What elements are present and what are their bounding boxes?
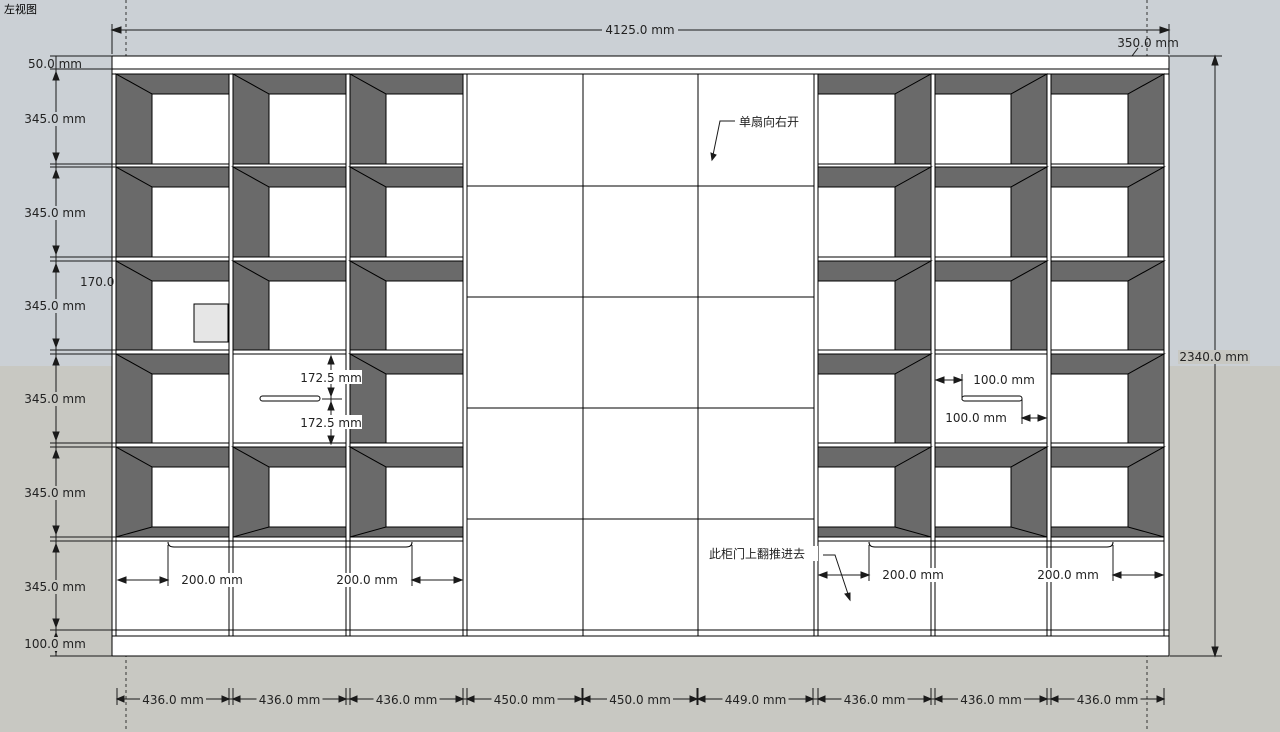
cabinet-elevation-drawing: 4125.0 mm 350.0 mm 2340.0 mm 50.0 mm 345… — [0, 0, 1280, 732]
dim-row-5: 345.0 mm — [24, 486, 86, 500]
annotation-door-note: 单扇向右开 — [739, 114, 799, 129]
dim-overall-height: 2340.0 mm — [1179, 350, 1248, 364]
dim-overall-width: 4125.0 mm — [605, 23, 674, 37]
drawing-canvas: 4125.0 mm 350.0 mm 2340.0 mm 50.0 mm 345… — [0, 0, 1280, 732]
dim-handle-offset-bottom: 100.0 mm — [945, 411, 1007, 425]
column-width-label: 436.0 mm — [142, 693, 204, 707]
dim-drawer-lower: 172.5 mm — [300, 416, 362, 430]
column-width-label: 449.0 mm — [725, 693, 787, 707]
column-width-label: 436.0 mm — [376, 693, 438, 707]
annotation-flip-door-note: 此柜门上翻推进去 — [709, 546, 805, 561]
dim-row-4: 345.0 mm — [24, 392, 86, 406]
dim-handle-right-2: 200.0 mm — [1037, 568, 1099, 582]
handle-drawer-left — [259, 395, 321, 402]
dim-row-3: 345.0 mm — [24, 299, 86, 313]
column-dimension-texts: 436.0 mm 436.0 mm 436.0 mm 450.0 mm 450.0 mm… — [140, 692, 1141, 707]
dim-depth: 350.0 mm — [1117, 36, 1179, 50]
dim-handle-left-2: 200.0 mm — [336, 573, 398, 587]
dim-handle-right-1: 200.0 mm — [882, 568, 944, 582]
dim-row-1: 345.0 mm — [24, 112, 86, 126]
dim-row-6: 345.0 mm — [24, 580, 86, 594]
handle-drawer-right — [961, 395, 1023, 402]
dim-plinth: 100.0 mm — [24, 637, 86, 651]
dim-row-2: 345.0 mm — [24, 206, 86, 220]
column-width-label: 436.0 mm — [960, 693, 1022, 707]
dim-handle-left-1: 200.0 mm — [181, 573, 243, 587]
small-box — [193, 303, 229, 343]
dim-handle-offset-top: 100.0 mm — [973, 373, 1035, 387]
column-width-label: 450.0 mm — [494, 693, 556, 707]
column-width-label: 436.0 mm — [844, 693, 906, 707]
column-width-label: 436.0 mm — [1077, 693, 1139, 707]
dim-top-board: 50.0 mm — [28, 57, 82, 71]
dim-partial-170: 170.0 — [80, 275, 114, 289]
view-label: 左视图 — [4, 3, 37, 16]
dim-drawer-upper: 172.5 mm — [300, 371, 362, 385]
column-width-label: 436.0 mm — [259, 693, 321, 707]
column-width-label: 450.0 mm — [609, 693, 671, 707]
